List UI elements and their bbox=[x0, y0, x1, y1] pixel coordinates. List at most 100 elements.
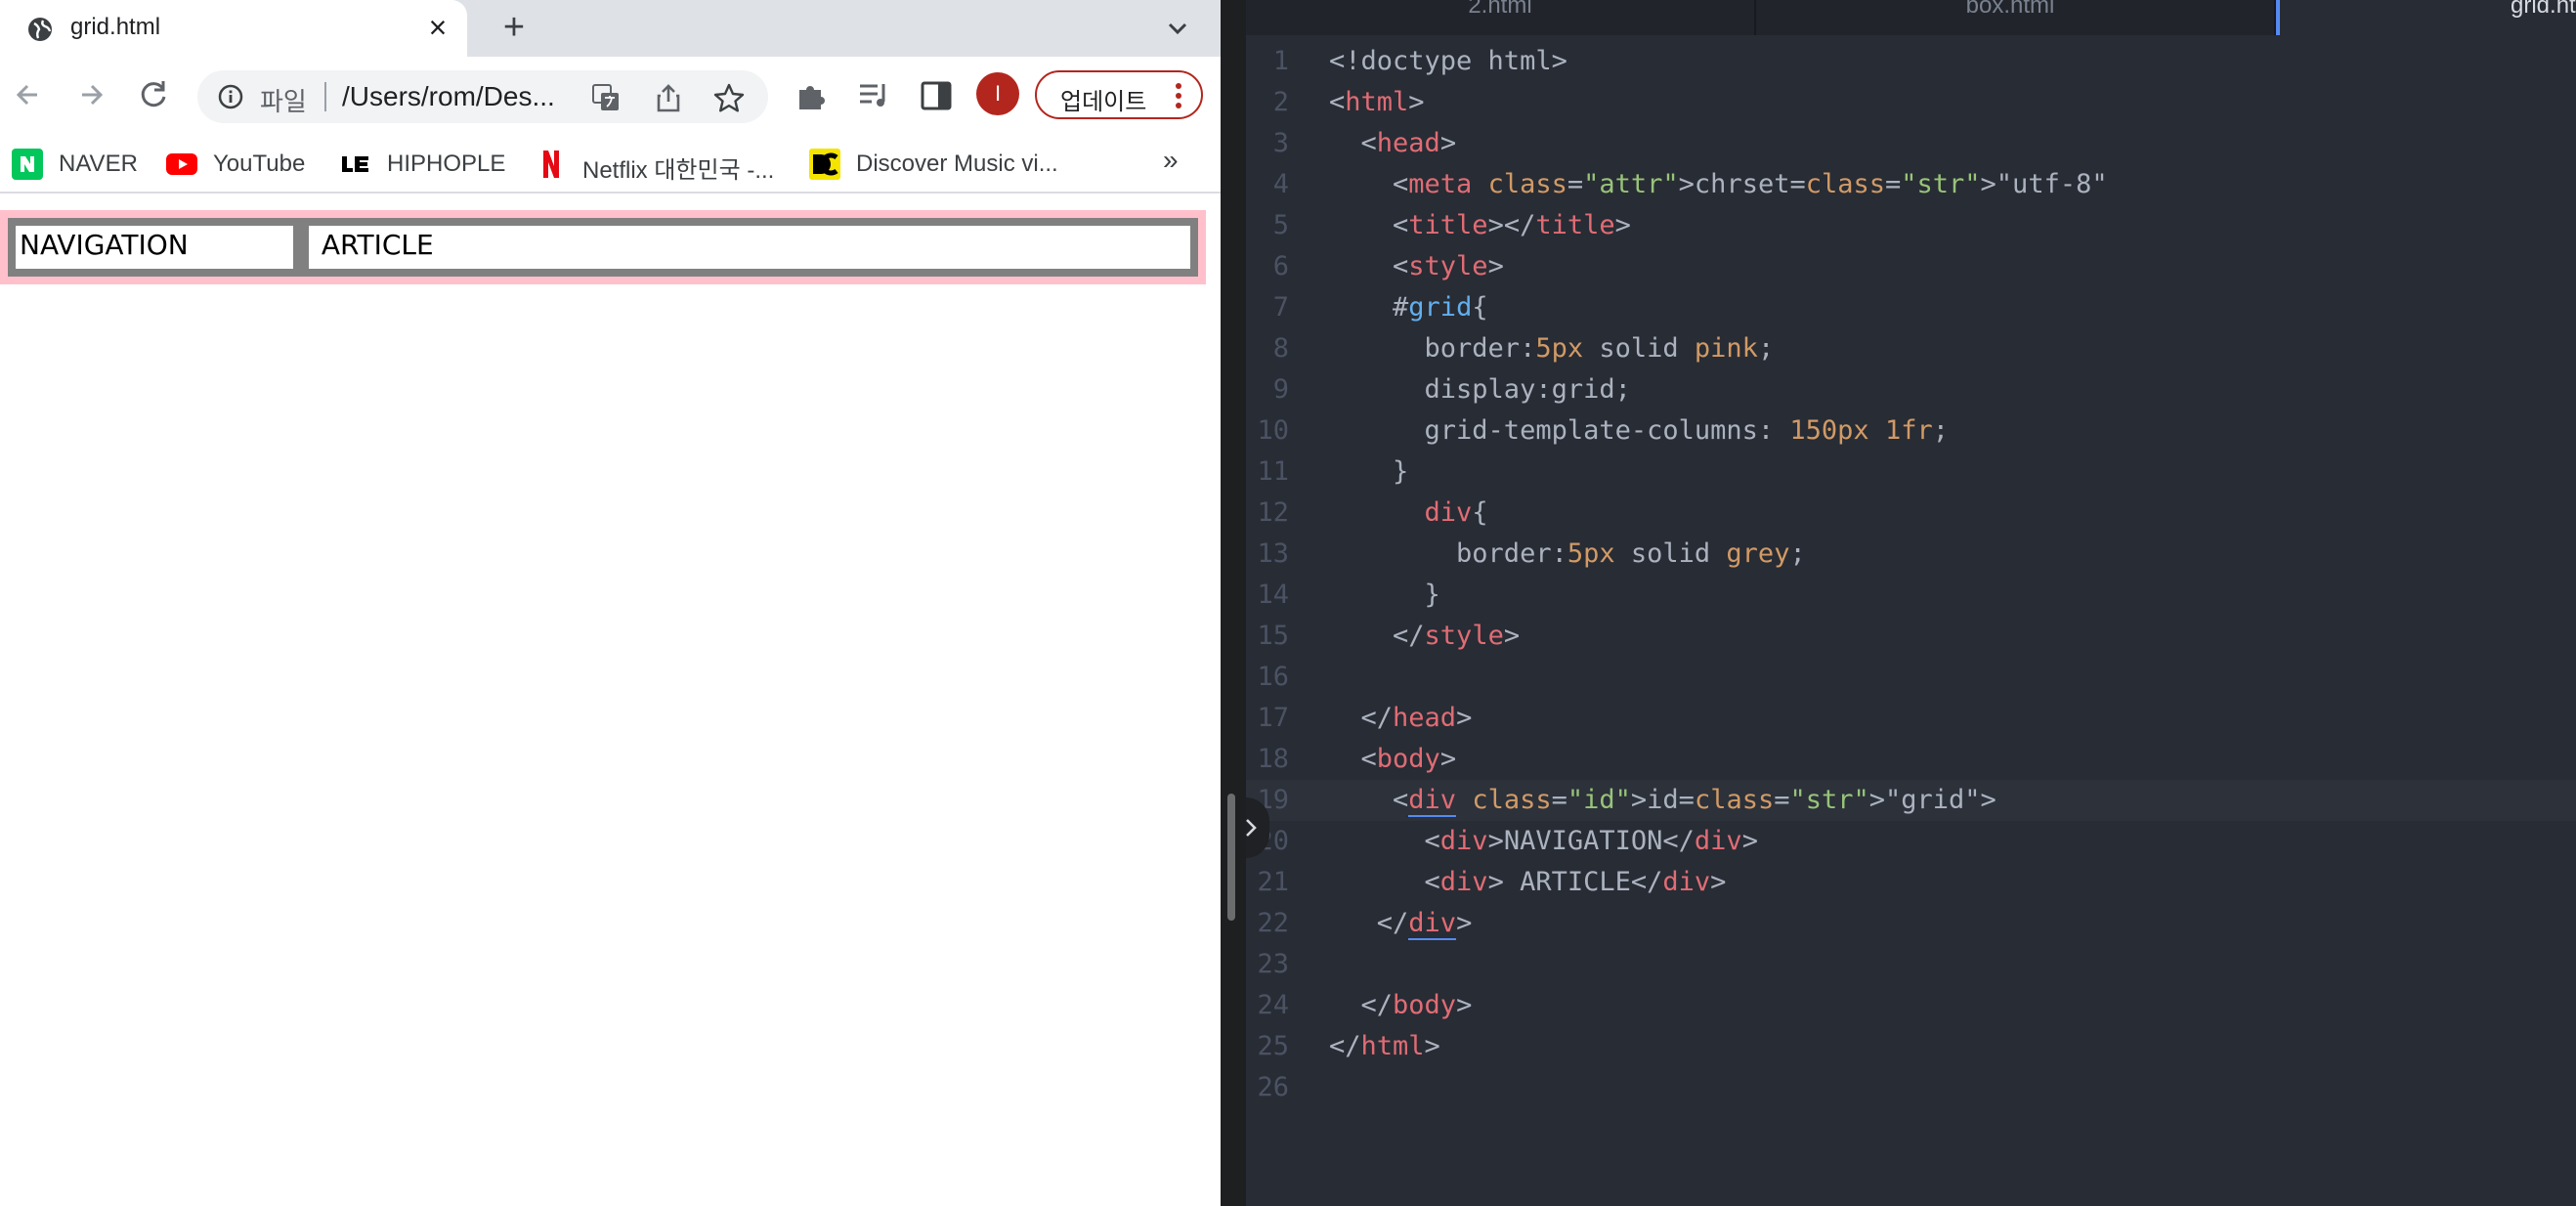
line-number: 17 bbox=[1257, 703, 1289, 733]
code-line[interactable]: 2 <html> bbox=[1246, 82, 2576, 123]
line-number: 23 bbox=[1257, 949, 1289, 979]
code-text: <html> bbox=[1329, 87, 1425, 117]
code-text: </html> bbox=[1329, 1031, 1440, 1061]
code-line[interactable]: 3 <head> bbox=[1246, 123, 2576, 164]
code-line[interactable]: 25 </html> bbox=[1246, 1026, 2576, 1067]
code-text: #grid{ bbox=[1393, 292, 1488, 323]
code-text: <!doctype html> bbox=[1329, 46, 1567, 76]
chevron-down-icon[interactable] bbox=[1161, 14, 1194, 43]
url-scheme: 파일 bbox=[260, 87, 307, 116]
split-divider[interactable] bbox=[1221, 0, 1246, 1206]
line-number: 22 bbox=[1257, 908, 1289, 938]
code-text: <head> bbox=[1329, 128, 1457, 158]
line-number: 9 bbox=[1272, 374, 1289, 405]
grid-container: NAVIGATION ARTICLE bbox=[0, 210, 1206, 284]
info-icon[interactable] bbox=[217, 83, 244, 110]
code-line[interactable]: 14 } bbox=[1246, 575, 2576, 616]
navigation-cell: NAVIGATION bbox=[8, 218, 301, 277]
code-text: </div> bbox=[1329, 908, 1473, 940]
line-number: 13 bbox=[1257, 538, 1289, 569]
browser-window: grid.html × + 파일 /Users/rom/Des... I 업데이… bbox=[0, 0, 1221, 1206]
close-icon[interactable]: × bbox=[422, 10, 453, 45]
code-line[interactable]: 9 display:grid; bbox=[1246, 369, 2576, 410]
line-number: 15 bbox=[1257, 621, 1289, 651]
code-line[interactable]: 21 <div> ARTICLE</div> bbox=[1246, 862, 2576, 903]
code-line[interactable]: 12 div{ bbox=[1246, 493, 2576, 534]
code-line[interactable]: 24 </body> bbox=[1246, 985, 2576, 1026]
code-line[interactable]: 17 </head> bbox=[1246, 698, 2576, 739]
translate-icon[interactable] bbox=[590, 82, 622, 113]
update-button-label: 업데이트 bbox=[1060, 89, 1147, 115]
code-line[interactable]: 19 <div class="id">id=class="str">"grid"… bbox=[1246, 780, 2576, 821]
bookmark-label: Discover Music vi... bbox=[856, 151, 1058, 177]
bookmarks-overflow-button[interactable]: » bbox=[1163, 145, 1179, 176]
code-text: div{ bbox=[1424, 497, 1488, 528]
line-number: 2 bbox=[1272, 87, 1289, 117]
code-line[interactable]: 1 <!doctype html> bbox=[1246, 41, 2576, 82]
line-number: 8 bbox=[1272, 333, 1289, 364]
code-text: </body> bbox=[1329, 990, 1473, 1020]
editor-tab-box-html[interactable]: box.html bbox=[1754, 0, 2264, 35]
code-line[interactable]: 10 grid-template-columns: 150px 1fr; bbox=[1246, 410, 2576, 452]
editor-tab-grid-html[interactable]: grid.html bbox=[2274, 0, 2576, 35]
code-line[interactable]: 15 </style> bbox=[1246, 616, 2576, 657]
code-text: display:grid; bbox=[1329, 374, 1631, 405]
line-number: 18 bbox=[1257, 744, 1289, 774]
bookmarks-bar: NAVER YouTube HIPHOPLE Netflix 대한민국 -... bbox=[0, 135, 1221, 194]
code-area[interactable]: 1 <!doctype html> 2 <html> 3 <head> 4 <meta c… bbox=[1246, 41, 2576, 1108]
editor-tab-label: grid.html bbox=[2511, 0, 2576, 19]
editor-tab-2-html[interactable]: 2.html bbox=[1246, 0, 1754, 35]
code-line[interactable]: 13 border:5px solid grey; bbox=[1246, 534, 2576, 575]
code-text: } bbox=[1329, 580, 1440, 610]
netflix-icon bbox=[543, 151, 559, 178]
code-line[interactable]: 26 bbox=[1246, 1067, 2576, 1108]
address-bar[interactable]: 파일 /Users/rom/Des... bbox=[197, 70, 768, 123]
active-tab-indicator bbox=[2276, 0, 2280, 35]
code-line[interactable]: 8 border:5px solid pink; bbox=[1246, 328, 2576, 369]
line-number: 11 bbox=[1257, 456, 1289, 487]
code-line[interactable]: 22 </div> bbox=[1246, 903, 2576, 944]
back-arrow-icon[interactable] bbox=[8, 74, 49, 115]
media-control-icon[interactable] bbox=[856, 78, 891, 113]
code-line[interactable]: 18 <body> bbox=[1246, 739, 2576, 780]
code-line[interactable]: 16 bbox=[1246, 657, 2576, 698]
code-line[interactable]: 6 <style> bbox=[1246, 246, 2576, 287]
line-number: 16 bbox=[1257, 662, 1289, 692]
line-number: 3 bbox=[1272, 128, 1289, 158]
tab-grid-html[interactable]: grid.html × bbox=[0, 0, 467, 57]
code-line[interactable]: 5 <title></title> bbox=[1246, 205, 2576, 246]
line-number: 4 bbox=[1272, 169, 1289, 199]
code-line[interactable]: 20 <div>NAVIGATION</div> bbox=[1246, 821, 2576, 862]
line-number: 12 bbox=[1257, 497, 1289, 528]
naver-icon bbox=[12, 149, 43, 180]
reload-icon[interactable] bbox=[133, 74, 174, 115]
code-line[interactable]: 23 bbox=[1246, 944, 2576, 985]
bookmark-label: NAVER bbox=[59, 151, 138, 177]
share-icon[interactable] bbox=[655, 82, 682, 113]
code-text: <body> bbox=[1329, 744, 1457, 774]
code-line[interactable]: 7 #grid{ bbox=[1246, 287, 2576, 328]
update-button[interactable]: 업데이트 bbox=[1035, 70, 1203, 119]
line-number: 21 bbox=[1257, 867, 1289, 897]
globe-icon bbox=[28, 18, 52, 41]
url-text[interactable]: /Users/rom/Des... bbox=[342, 81, 555, 112]
code-text: <title></title> bbox=[1329, 210, 1631, 240]
star-icon[interactable] bbox=[713, 82, 745, 113]
more-vertical-icon bbox=[1176, 83, 1181, 108]
hiphople-icon bbox=[342, 156, 368, 172]
line-number: 14 bbox=[1257, 580, 1289, 610]
extensions-puzzle-icon[interactable] bbox=[794, 78, 829, 113]
forward-arrow-icon[interactable] bbox=[70, 74, 111, 115]
avatar[interactable]: I bbox=[976, 72, 1019, 115]
code-text: <style> bbox=[1329, 251, 1504, 281]
split-drag-handle[interactable] bbox=[1227, 794, 1235, 921]
new-tab-button[interactable]: + bbox=[494, 9, 534, 46]
line-number: 5 bbox=[1272, 210, 1289, 240]
code-line[interactable]: 11 } bbox=[1246, 452, 2576, 493]
code-line[interactable]: 4 <meta class="attr">chrset=class="str">… bbox=[1246, 164, 2576, 205]
code-text: <div class="id">id=class="str">"grid"> bbox=[1329, 785, 1996, 817]
side-panel-icon[interactable] bbox=[919, 78, 954, 113]
bookmark-label: HIPHOPLE bbox=[387, 151, 506, 177]
bookmark-label: Netflix 대한민국 -... bbox=[582, 157, 775, 184]
page-viewport: NAVIGATION ARTICLE bbox=[0, 194, 1221, 1206]
